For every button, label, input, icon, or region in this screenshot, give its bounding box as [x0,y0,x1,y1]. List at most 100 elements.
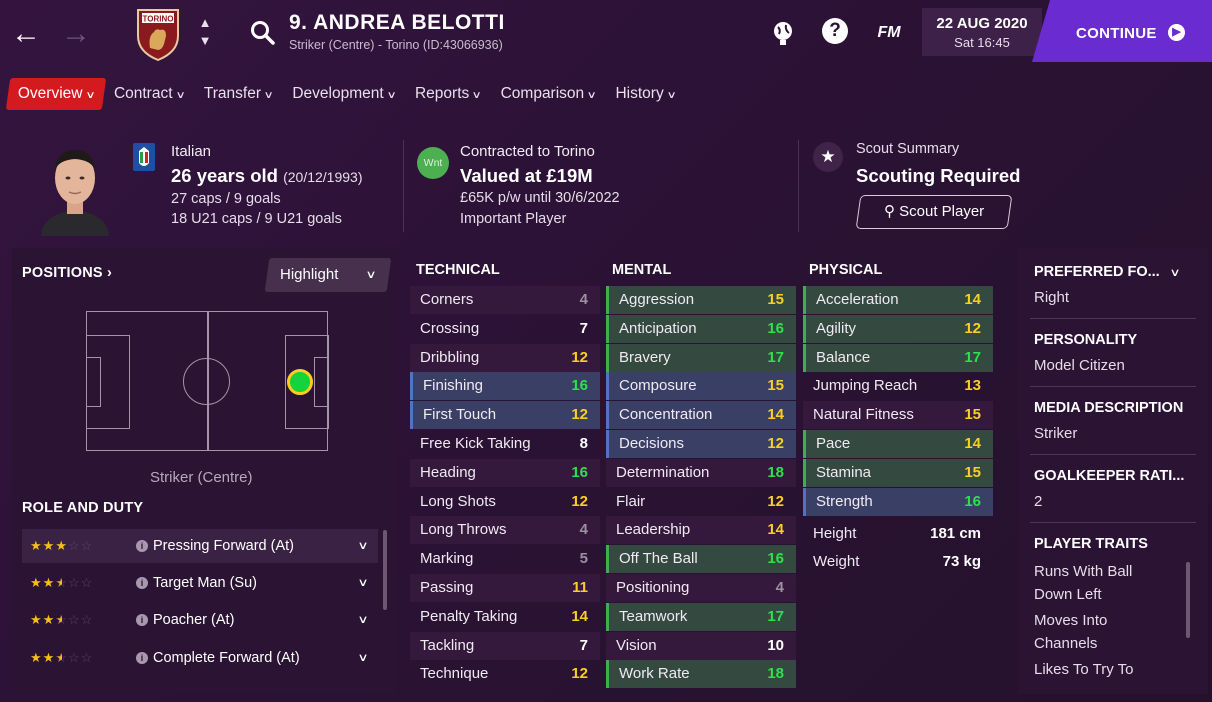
attribute-row[interactable]: Decisions 12 [606,429,796,458]
scout-player-button[interactable]: ⚲ Scout Player [855,195,1013,229]
tab-transfer[interactable]: Transfer ∨ [194,78,282,110]
attribute-name: Long Shots [420,492,496,510]
attribute-row[interactable]: Finishing 16 [410,372,600,401]
height-value: 181 cm [930,525,981,543]
role-row[interactable]: ★★★☆☆☆ i Complete Forward (At) ∨ [22,641,378,675]
wage: £65K p/w until 30/6/2022 [460,190,620,206]
info-icon[interactable]: i [136,540,148,552]
attribute-row[interactable]: Composure 15 [606,372,796,401]
attribute-row[interactable]: Flair 12 [606,488,796,516]
attribute-row[interactable]: Stamina 15 [803,458,993,487]
chevron-down-icon[interactable]: ∨ [357,529,368,563]
chevron-down-icon[interactable]: ∨ [357,566,368,600]
forward-arrow-icon[interactable]: → [56,14,96,54]
highlight-dropdown[interactable]: Highlight ∨ [264,258,392,292]
wanted-badge[interactable]: Wnt [417,147,449,179]
attribute-row[interactable]: Pace 14 [803,429,993,458]
scrollbar[interactable] [1186,562,1190,638]
goalkeeper-rating-value: 2 [1034,493,1043,510]
attribute-row[interactable]: Balance 17 [803,343,993,372]
attribute-row[interactable]: Heading 16 [410,458,600,487]
attribute-value: 14 [767,406,784,424]
attribute-row[interactable]: Free Kick Taking 8 [410,430,600,458]
tab-overview[interactable]: Overview ∨ [5,78,107,110]
attribute-row[interactable]: Long Shots 12 [410,488,600,516]
attribute-row[interactable]: First Touch 12 [410,401,600,430]
role-rating-stars: ★★★☆☆ [30,538,94,553]
divider [1030,522,1196,523]
attribute-row[interactable]: Long Throws 4 [410,516,600,545]
attribute-row[interactable]: Crossing 7 [410,315,600,343]
attribute-row[interactable]: Strength 16 [803,487,993,516]
attribute-row[interactable]: Marking 5 [410,545,600,573]
attribute-row[interactable]: Anticipation 16 [606,314,796,343]
position-marker-striker[interactable] [287,369,313,395]
tab-development[interactable]: Development ∨ [282,78,405,110]
info-icon[interactable]: i [136,577,148,589]
trait-line: Moves Into [1034,612,1108,629]
attribute-row[interactable]: Dribbling 12 [410,343,600,372]
weight-label: Weight [813,553,860,571]
chevron-down-icon[interactable]: ∨ [1169,266,1180,279]
attribute-row[interactable]: Off The Ball 16 [606,545,796,574]
tab-contract[interactable]: Contract ∨ [104,78,194,110]
chevron-down-icon: ∨ [263,90,274,101]
game-date[interactable]: 22 AUG 2020 Sat 16:45 [922,8,1042,56]
attribute-row[interactable]: Teamwork 17 [606,602,796,631]
role-rating-stars: ★★★☆☆☆ [30,575,94,590]
attribute-row[interactable]: Penalty Taking 14 [410,603,600,631]
info-icon[interactable]: i [136,652,148,664]
scrollbar[interactable] [383,530,387,610]
tab-history[interactable]: History ∨ [605,78,685,110]
attribute-row[interactable]: Passing 11 [410,573,600,602]
role-row[interactable]: ★★★☆☆ i Pressing Forward (At) ∨ [22,529,378,563]
attribute-row[interactable]: Work Rate 18 [606,660,796,689]
chevron-down-icon[interactable]: ∨ [357,641,368,675]
help-icon[interactable]: ? [820,18,850,48]
attribute-row[interactable]: Determination 18 [606,458,796,487]
positions-title[interactable]: POSITIONS › [22,265,112,281]
attribute-row[interactable]: Bravery 17 [606,343,796,372]
media-description-title: MEDIA DESCRIPTION [1034,400,1184,416]
info-icon[interactable]: i [136,614,148,626]
attribute-row[interactable]: Leadership 14 [606,516,796,545]
attribute-row[interactable]: Acceleration 14 [803,286,993,314]
scout-summary-title: Scout Summary [856,141,960,157]
chevron-down-icon[interactable]: ∨ [357,603,368,637]
back-arrow-icon[interactable]: ← [6,14,46,54]
technical-column: TECHNICAL Corners 4 Crossing 7 Dribbling 12 Fi… [410,260,600,689]
attribute-name: Concentration [619,406,713,424]
attribute-name: Teamwork [619,607,688,625]
attribute-row[interactable]: Corners 4 [410,286,600,314]
role-row[interactable]: ★★★☆☆☆ i Poacher (At) ∨ [22,603,378,637]
attribute-row[interactable]: Tackling 7 [410,631,600,660]
attribute-value: 15 [767,377,784,395]
attribute-value: 14 [964,291,981,308]
attribute-row[interactable]: Vision 10 [606,631,796,660]
world-football-icon[interactable] [768,18,798,48]
attribute-row[interactable]: Concentration 14 [606,401,796,430]
player-portrait [41,150,109,236]
club-crest-icon[interactable]: TORINO [134,6,182,62]
player-switch-arrows[interactable]: ▲ ▼ [196,14,214,50]
attribute-name: Agility [816,319,857,337]
attribute-row[interactable]: Agility 12 [803,314,993,343]
continue-button[interactable]: CONTINUE ▶ [1032,0,1212,62]
attribute-row[interactable]: Positioning 4 [606,573,796,602]
attribute-value: 17 [767,607,784,625]
attribute-row[interactable]: Technique 12 [410,660,600,688]
fm-menu-icon[interactable]: FM [874,18,904,48]
search-icon[interactable] [248,18,278,48]
role-row[interactable]: ★★★☆☆☆ i Target Man (Su) ∨ [22,566,378,600]
top-bar: ← → TORINO ▲ ▼ 9. ANDREA BELOTTI Striker … [0,0,1212,70]
attribute-value: 15 [767,291,784,308]
attribute-row[interactable]: Aggression 15 [606,286,796,314]
attribute-row[interactable]: Jumping Reach 13 [803,372,993,400]
divider [798,140,799,232]
chevron-down-icon: ∨ [586,90,597,101]
tab-comparison[interactable]: Comparison ∨ [491,78,606,110]
caps: 27 caps / 9 goals [171,191,281,207]
tab-reports[interactable]: Reports ∨ [405,78,491,110]
attribute-row[interactable]: Natural Fitness 15 [803,401,993,430]
attribute-value: 12 [571,348,588,366]
